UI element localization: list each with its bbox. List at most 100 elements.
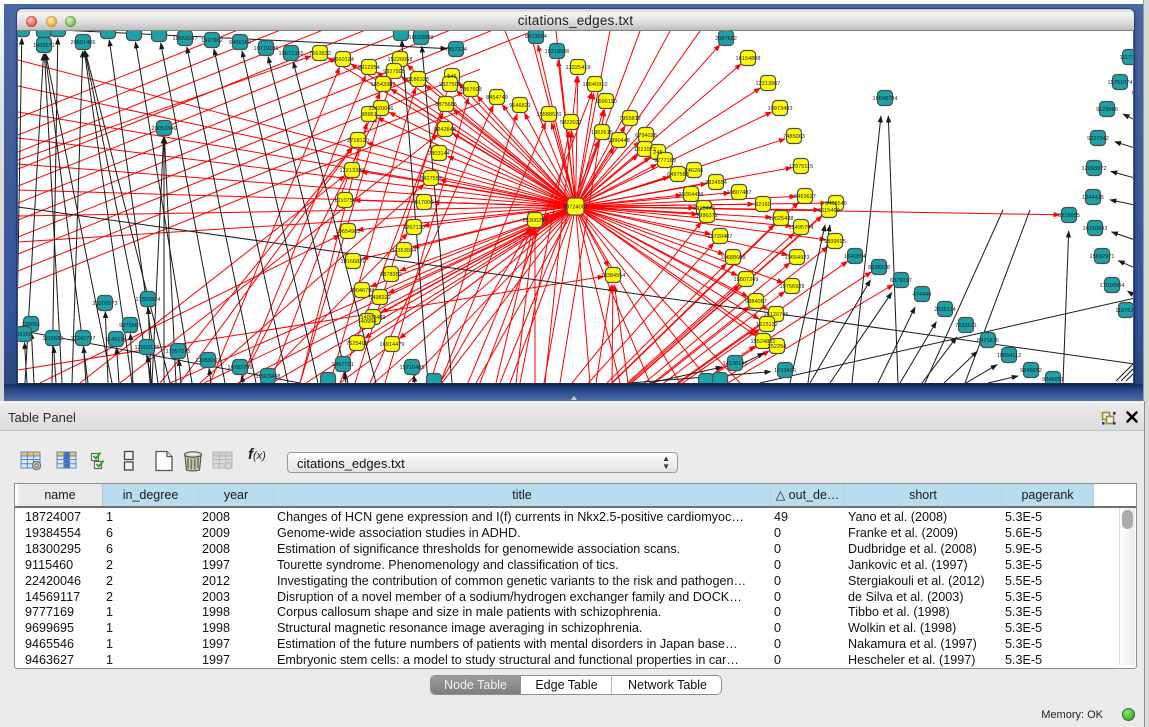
svg-text:16543382: 16543382 bbox=[371, 82, 396, 88]
svg-text:1405571: 1405571 bbox=[33, 43, 55, 49]
svg-text:8186328: 8186328 bbox=[407, 77, 429, 83]
svg-text:9463627: 9463627 bbox=[794, 194, 816, 200]
svg-text:9327505: 9327505 bbox=[383, 69, 405, 75]
svg-text:6379197: 6379197 bbox=[890, 278, 912, 284]
svg-text:9115460: 9115460 bbox=[818, 208, 839, 214]
svg-text:9884067: 9884067 bbox=[745, 299, 767, 305]
svg-text:10654112: 10654112 bbox=[997, 353, 1021, 359]
svg-text:39159: 39159 bbox=[18, 332, 32, 338]
svg-text:1167534: 1167534 bbox=[1115, 308, 1133, 314]
svg-text:62160: 62160 bbox=[755, 202, 771, 208]
svg-text:3660124: 3660124 bbox=[332, 57, 354, 63]
svg-text:8912954: 8912954 bbox=[358, 65, 380, 71]
svg-text:16120746: 16120746 bbox=[764, 312, 789, 318]
svg-text:8918440: 8918440 bbox=[693, 206, 715, 212]
svg-text:12213967: 12213967 bbox=[756, 81, 781, 87]
svg-text:9465546: 9465546 bbox=[825, 201, 847, 207]
svg-text:8427552: 8427552 bbox=[420, 176, 442, 182]
svg-text:1615132: 1615132 bbox=[756, 322, 778, 328]
svg-text:474444: 474444 bbox=[913, 292, 932, 298]
svg-text:8878352: 8878352 bbox=[380, 272, 402, 278]
svg-text:16648784: 16648784 bbox=[873, 96, 898, 102]
svg-text:18640910: 18640910 bbox=[583, 82, 608, 88]
svg-text:12093872: 12093872 bbox=[1082, 166, 1107, 172]
svg-text:12213389: 12213389 bbox=[340, 168, 365, 174]
svg-text:15716485: 15716485 bbox=[400, 365, 425, 371]
svg-text:9227342: 9227342 bbox=[1087, 136, 1109, 142]
svg-text:7625402: 7625402 bbox=[346, 341, 368, 347]
svg-text:10025438: 10025438 bbox=[769, 216, 794, 222]
svg-text:19166829: 19166829 bbox=[341, 259, 366, 265]
svg-text:1115689: 1115689 bbox=[43, 336, 64, 342]
svg-text:15692971: 15692971 bbox=[1090, 254, 1115, 260]
svg-text:8938928: 8938928 bbox=[868, 265, 890, 271]
svg-text:15495794: 15495794 bbox=[789, 225, 814, 231]
svg-text:9777169: 9777169 bbox=[654, 158, 676, 164]
svg-text:5822037: 5822037 bbox=[560, 120, 582, 126]
svg-text:8267130: 8267130 bbox=[403, 225, 425, 231]
svg-text:10046798: 10046798 bbox=[350, 288, 375, 294]
svg-text:7857224: 7857224 bbox=[445, 47, 467, 53]
svg-text:12923448: 12923448 bbox=[256, 374, 281, 380]
svg-text:9146821: 9146821 bbox=[509, 103, 531, 109]
svg-text:7955812: 7955812 bbox=[619, 116, 641, 122]
svg-text:2867608: 2867608 bbox=[460, 87, 482, 93]
svg-text:20053346: 20053346 bbox=[152, 126, 177, 132]
svg-text:17957275: 17957275 bbox=[166, 349, 191, 355]
svg-text:10807487: 10807487 bbox=[727, 190, 752, 196]
svg-text:10719185: 10719185 bbox=[254, 46, 279, 52]
svg-text:9975867: 9975867 bbox=[119, 323, 141, 329]
svg-text:12342737: 12342737 bbox=[71, 336, 96, 342]
svg-text:9129966: 9129966 bbox=[1096, 107, 1118, 113]
svg-text:9899695: 9899695 bbox=[824, 239, 846, 245]
svg-text:7632621: 7632621 bbox=[955, 323, 977, 329]
svg-text:245: 245 bbox=[653, 150, 662, 156]
svg-text:19756928: 19756928 bbox=[780, 284, 805, 290]
svg-text:20364436: 20364436 bbox=[679, 192, 704, 198]
svg-text:15720407: 15720407 bbox=[708, 234, 733, 240]
svg-text:15588520: 15588520 bbox=[537, 112, 562, 118]
svg-text:19654985: 19654985 bbox=[336, 229, 361, 235]
svg-text:16154808: 16154808 bbox=[736, 56, 761, 62]
svg-text:10671355: 10671355 bbox=[279, 51, 304, 57]
svg-text:25300295: 25300295 bbox=[523, 218, 548, 224]
svg-text:1640954: 1640954 bbox=[844, 254, 866, 260]
svg-text:19218506: 19218506 bbox=[545, 49, 570, 55]
svg-text:16210643: 16210643 bbox=[1083, 226, 1108, 232]
svg-text:16782759: 16782759 bbox=[228, 365, 253, 371]
svg-text:20206573: 20206573 bbox=[93, 301, 118, 307]
svg-text:2718120: 2718120 bbox=[347, 138, 369, 144]
svg-text:140994: 140994 bbox=[358, 319, 377, 325]
svg-text:15226058: 15226058 bbox=[388, 57, 413, 63]
svg-text:2087682: 2087682 bbox=[715, 36, 737, 42]
svg-text:1733426: 1733426 bbox=[774, 368, 796, 374]
svg-text:9457791: 9457791 bbox=[332, 362, 354, 368]
svg-text:9990448: 9990448 bbox=[608, 138, 630, 144]
svg-text:7986372: 7986372 bbox=[696, 213, 718, 219]
svg-text:917006: 917006 bbox=[415, 200, 434, 206]
svg-text:2935114: 2935114 bbox=[934, 307, 955, 313]
svg-text:1696110: 1696110 bbox=[595, 99, 616, 105]
svg-text:17359924: 17359924 bbox=[136, 297, 161, 303]
svg-text:8471676: 8471676 bbox=[977, 338, 999, 344]
svg-text:10688609: 10688609 bbox=[721, 255, 746, 261]
svg-text:335051: 335051 bbox=[22, 322, 41, 328]
svg-text:16914479: 16914479 bbox=[380, 342, 405, 348]
svg-text:13958107: 13958107 bbox=[196, 358, 221, 364]
svg-text:1244415: 1244415 bbox=[1082, 195, 1104, 201]
svg-text:1010755: 1010755 bbox=[334, 198, 356, 204]
svg-text:13325419: 13325419 bbox=[566, 65, 591, 71]
svg-text:15751074: 15751074 bbox=[1108, 80, 1133, 86]
svg-text:6497568: 6497568 bbox=[667, 172, 689, 178]
svg-text:9245651: 9245651 bbox=[1042, 377, 1064, 383]
svg-text:16033809: 16033809 bbox=[409, 35, 434, 41]
svg-text:5498222: 5498222 bbox=[369, 295, 391, 301]
svg-text:10973493: 10973493 bbox=[768, 106, 793, 112]
svg-text:14136141: 14136141 bbox=[723, 361, 748, 367]
svg-text:19654923: 19654923 bbox=[785, 255, 810, 261]
svg-text:7485063: 7485063 bbox=[783, 134, 805, 140]
svg-text:19384554: 19384554 bbox=[601, 273, 626, 279]
svg-text:3875685: 3875685 bbox=[435, 102, 457, 108]
svg-text:546: 546 bbox=[447, 74, 456, 80]
svg-text:8215955: 8215955 bbox=[1058, 213, 1080, 219]
